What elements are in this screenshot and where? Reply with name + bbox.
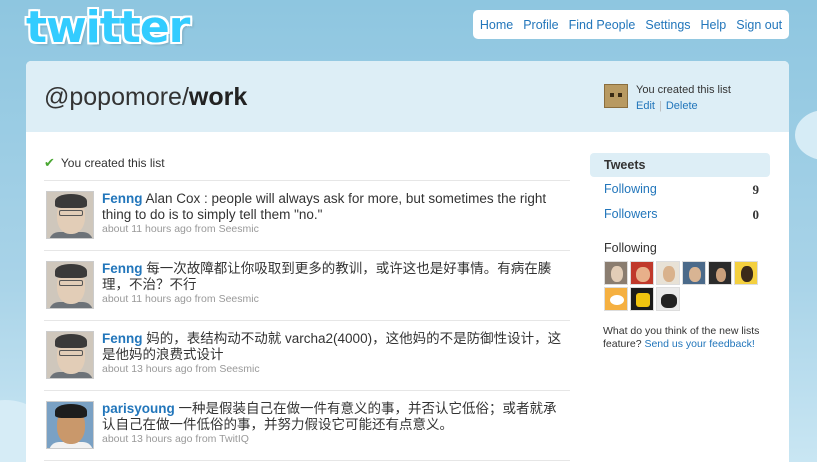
avatar[interactable] [656,261,680,285]
owner-note: You created this list [636,84,731,96]
tweet-source[interactable]: Seesmic [219,363,259,375]
feedback-prompt: What do you think of the new lists featu… [590,325,770,351]
avatar[interactable] [630,261,654,285]
nav-settings[interactable]: Settings [640,18,695,32]
avatar[interactable] [630,287,654,311]
tweet-text: Fenng 每一次故障都让你吸取到更多的教训，或许这也是好事情。有病在腠理，不治… [102,261,570,293]
avatar[interactable] [656,287,680,311]
background-cloud-right [795,110,817,160]
tweet-timestamp[interactable]: about 13 hours ago [102,363,193,375]
list-name: work [188,83,248,111]
tab-tweets[interactable]: Tweets [590,153,770,177]
delete-list-link[interactable]: Delete [666,100,698,112]
tweet-author[interactable]: parisyoung [102,401,175,416]
avatar[interactable] [46,261,94,309]
nav-find-people[interactable]: Find People [564,18,641,32]
tweet-author[interactable]: Fenng [102,261,143,276]
timeline: ✔ You created this list Fenng Alan Cox :… [44,151,570,461]
nav-sign-out[interactable]: Sign out [731,18,787,32]
main-container: @popomore/work You created this list Edi… [26,61,789,462]
owner-avatar[interactable] [604,84,628,108]
checkmark-icon: ✔ [44,154,55,170]
list-header: @popomore/work You created this list Edi… [26,61,789,132]
following-stat[interactable]: Following 9 [590,177,770,202]
avatar[interactable] [734,261,758,285]
tweet-timestamp[interactable]: about 13 hours ago [102,433,193,445]
following-count: 9 [752,182,760,197]
tweet-meta: about 13 hours ago from Seesmic [102,363,260,375]
top-navigation: Home Profile Find People Settings Help S… [473,10,789,39]
page-title: @popomore/work [44,83,247,112]
tweet-meta: about 13 hours ago from TwitIQ [102,433,249,445]
feedback-link[interactable]: Send us your feedback! [644,338,754,350]
tweet-item: Fenng Alan Cox : people will always ask … [44,181,570,251]
created-note: You created this list [60,155,165,170]
tweet-source[interactable]: Seesmic [219,223,259,235]
tweet-content: 每一次故障都让你吸取到更多的教训，或许这也是好事情。有病在腠理，不治？不行 [102,261,552,292]
tweet-item: Fenng 每一次故障都让你吸取到更多的教训，或许这也是好事情。有病在腠理，不治… [44,251,570,321]
avatar[interactable] [46,191,94,239]
created-notice: ✔ You created this list [44,151,570,181]
avatar[interactable] [46,331,94,379]
tweet-author[interactable]: Fenng [102,331,143,346]
from-label: from [194,223,216,235]
from-label: from [194,293,216,305]
followers-stat[interactable]: Followers 0 [590,202,770,227]
from-label: from [195,363,217,375]
tweet-source[interactable]: TwitIQ [219,433,249,445]
tweet-timestamp[interactable]: about 11 hours ago [102,293,192,305]
avatar[interactable] [682,261,706,285]
nav-profile[interactable]: Profile [518,18,563,32]
from-label: from [195,433,217,445]
tweet-source[interactable]: Seesmic [219,293,259,305]
twitter-logo[interactable]: twitter [26,6,190,50]
tweet-text: Fenng Alan Cox : people will always ask … [102,191,570,223]
tweet-author[interactable]: Fenng [102,191,143,206]
avatar[interactable] [46,401,94,449]
followers-count: 0 [752,207,760,222]
tweet-meta: about 11 hours ago from Seesmic [102,223,259,235]
nav-home[interactable]: Home [475,18,518,32]
bird-icon[interactable] [604,287,628,311]
following-avatars [590,261,770,311]
tweet-text: Fenng 妈的，表结构动不动就 varcha2(4000)，这他妈的不是防御性… [102,331,570,363]
owner-actions: Edit | Delete [636,100,698,112]
tweet-item: Fenng 妈的，表结构动不动就 varcha2(4000)，这他妈的不是防御性… [44,321,570,391]
following-label: Following [604,182,657,196]
tweet-text: parisyoung 一种是假装自己在做一件有意义的事，并否认它低俗；或者就承认… [102,401,570,433]
edit-list-link[interactable]: Edit [636,100,655,112]
sidebar: Tweets Following 9 Followers 0 Following W… [590,153,770,351]
avatar[interactable] [604,261,628,285]
list-owner[interactable]: @popomore/ [44,83,189,111]
tweet-item: parisyoung 一种是假装自己在做一件有意义的事，并否认它低俗；或者就承认… [44,391,570,461]
nav-help[interactable]: Help [696,18,732,32]
tweet-content: 妈的，表结构动不动就 varcha2(4000)，这他妈的不是防御性设计，这是他… [102,331,562,362]
tweet-content: Alan Cox : people will always ask for mo… [102,191,547,222]
tweet-meta: about 11 hours ago from Seesmic [102,293,259,305]
avatar[interactable] [708,261,732,285]
tweet-timestamp[interactable]: about 11 hours ago [102,223,192,235]
followers-label: Followers [604,207,658,221]
following-heading: Following [604,241,657,255]
action-divider: | [658,100,662,112]
